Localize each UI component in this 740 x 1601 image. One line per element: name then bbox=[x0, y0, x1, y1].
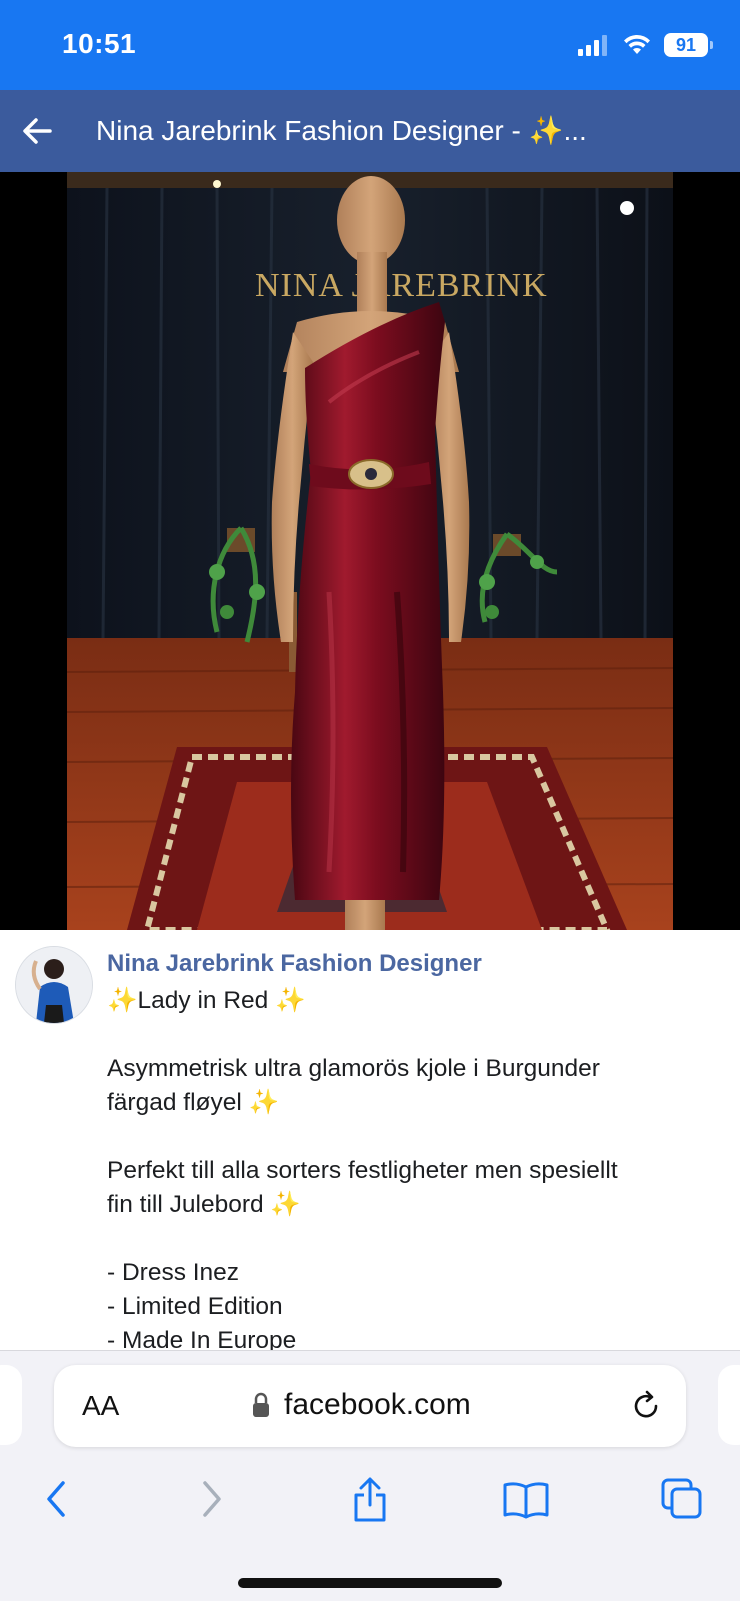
browser-bottom-bar: AA facebook.com bbox=[0, 1350, 740, 1601]
forward-icon bbox=[203, 1481, 221, 1517]
home-indicator[interactable] bbox=[238, 1578, 502, 1588]
profile-picture-icon bbox=[16, 947, 92, 1023]
page-title: Nina Jarebrink Fashion Designer - ✨... bbox=[96, 115, 587, 146]
forward-button[interactable] bbox=[182, 1469, 242, 1529]
post-line: - Dress Inez bbox=[107, 1259, 240, 1286]
post-line: ✨Lady in Red ✨ bbox=[107, 987, 306, 1014]
post-card: Nina Jarebrink Fashion Designer ✨Lady in… bbox=[0, 930, 740, 1350]
post-line: fin till Julebord ✨ bbox=[107, 1191, 301, 1218]
post-line: Asymmetrisk ultra glamorös kjole i Burgu… bbox=[107, 1055, 600, 1082]
post-line: Perfekt till alla sorters festligheter m… bbox=[107, 1157, 618, 1184]
battery-level: 91 bbox=[675, 34, 697, 55]
previous-tab-card[interactable] bbox=[0, 1365, 22, 1445]
status-icons: 91 bbox=[578, 30, 713, 60]
battery-icon: 91 bbox=[664, 33, 713, 57]
address-bar[interactable]: AA facebook.com bbox=[54, 1365, 686, 1447]
status-bar: 10:51 91 bbox=[0, 0, 740, 90]
wifi-icon bbox=[624, 34, 650, 54]
bookmarks-icon bbox=[503, 1482, 549, 1519]
browser-toolbar bbox=[0, 1469, 740, 1539]
back-arrow-icon[interactable] bbox=[18, 111, 58, 151]
share-icon bbox=[354, 1477, 386, 1522]
tabs-icon bbox=[661, 1478, 702, 1519]
bookmarks-button[interactable] bbox=[496, 1469, 556, 1529]
mannequin-dress-image: NINA JAREBRINK bbox=[67, 172, 673, 930]
cellular-signal-icon bbox=[578, 35, 607, 56]
text-size-button[interactable]: AA bbox=[82, 1390, 119, 1422]
back-button[interactable] bbox=[26, 1469, 86, 1529]
tabs-button[interactable] bbox=[652, 1469, 712, 1529]
text-size-label: AA bbox=[82, 1390, 120, 1421]
back-icon bbox=[47, 1481, 65, 1517]
url-domain: facebook.com bbox=[284, 1388, 471, 1421]
post-line: - Made In Europe bbox=[107, 1327, 297, 1350]
avatar[interactable] bbox=[15, 946, 93, 1024]
post-line: färgad fløyel ✨ bbox=[107, 1089, 280, 1116]
post-author[interactable]: Nina Jarebrink Fashion Designer bbox=[107, 950, 482, 978]
post-photo[interactable]: NINA JAREBRINK bbox=[67, 172, 673, 930]
share-button[interactable] bbox=[340, 1469, 400, 1529]
lock-icon bbox=[253, 1392, 269, 1417]
post-line: - Limited Edition bbox=[107, 1293, 283, 1320]
reload-icon[interactable] bbox=[628, 1388, 664, 1424]
brand-sign: NINA JAREBRINK bbox=[255, 267, 548, 304]
post-text: ✨Lady in Red ✨ Asymmetrisk ultra glamorö… bbox=[107, 984, 707, 1350]
next-tab-card[interactable] bbox=[718, 1365, 740, 1445]
status-time: 10:51 bbox=[62, 28, 137, 59]
app-header: Nina Jarebrink Fashion Designer - ✨... bbox=[0, 90, 740, 172]
photo-viewer[interactable]: NINA JAREBRINK bbox=[0, 172, 740, 930]
